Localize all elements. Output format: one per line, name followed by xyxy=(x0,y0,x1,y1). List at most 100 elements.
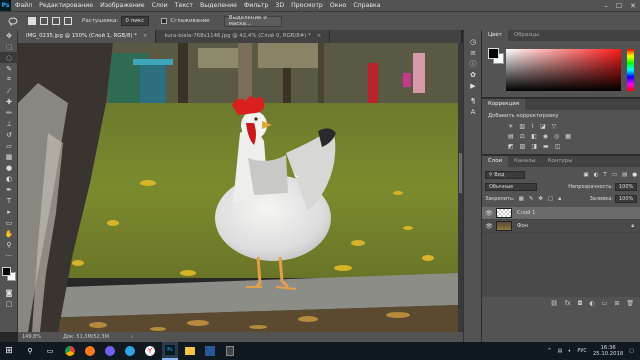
lock-position-icon[interactable]: ✥ xyxy=(538,196,543,203)
tab-channels[interactable]: Каналы xyxy=(508,156,542,167)
tab-paths[interactable]: Контуры xyxy=(542,156,579,167)
close-window-button[interactable]: ✕ xyxy=(630,2,636,10)
filter-shape-icon[interactable]: ▭ xyxy=(612,172,617,178)
hue-slider[interactable] xyxy=(627,49,634,91)
add-selection-icon[interactable] xyxy=(40,17,48,25)
volume-icon[interactable]: 🔈︎ xyxy=(568,348,571,354)
vibrance-icon[interactable]: ▽ xyxy=(552,123,557,130)
exposure-icon[interactable]: ◪ xyxy=(540,123,546,130)
status-menu-arrow[interactable]: › xyxy=(131,334,133,340)
new-layer-icon[interactable]: ⊞ xyxy=(614,300,619,307)
search-icon[interactable]: ⚲ xyxy=(22,342,38,360)
layer-row-2[interactable]: 👁︎ Фон 🔒︎ xyxy=(482,220,640,233)
layer-kind-filter[interactable]: ⚲ Вид xyxy=(485,171,525,179)
menu-filter[interactable]: Фильтр xyxy=(244,2,268,9)
clock[interactable]: 16:36 25.10.2018 xyxy=(593,345,623,358)
gradient-map-icon[interactable]: ▬ xyxy=(543,143,549,150)
lock-all-icon[interactable]: 🔒︎ xyxy=(558,196,561,203)
screen-mode-icon[interactable]: ▢ xyxy=(0,298,18,309)
color-balance-icon[interactable]: ⚖ xyxy=(520,133,525,140)
visibility-eye-icon[interactable]: 👁︎ xyxy=(482,223,496,230)
type-tool-icon[interactable]: T xyxy=(0,195,18,206)
filter-smart-icon[interactable]: ▤ xyxy=(622,172,627,178)
paragraph-panel-icon[interactable]: ¶ xyxy=(464,95,482,106)
notifications-icon[interactable]: ▢ xyxy=(629,348,634,354)
lock-transparent-icon[interactable]: ▦ xyxy=(519,196,524,203)
new-adjustment-icon[interactable]: ◐ xyxy=(589,300,594,307)
menu-view[interactable]: Просмотр xyxy=(291,2,323,9)
layer-name[interactable]: Слой 1 xyxy=(517,210,535,216)
eraser-tool-icon[interactable]: ▱ xyxy=(0,140,18,151)
tab-adjustments[interactable]: Коррекция xyxy=(482,99,525,110)
intersect-selection-icon[interactable] xyxy=(64,17,72,25)
calculator-icon[interactable] xyxy=(222,342,238,360)
link-layers-icon[interactable]: ⛓ xyxy=(550,300,558,307)
close-tab-icon[interactable]: × xyxy=(317,33,322,39)
viber-icon[interactable] xyxy=(102,342,118,360)
word-icon[interactable] xyxy=(202,342,218,360)
levels-icon[interactable]: ▥ xyxy=(519,123,525,130)
black-white-icon[interactable]: ◧ xyxy=(531,133,537,140)
new-group-icon[interactable]: ▭ xyxy=(602,300,608,307)
eyedropper-tool-icon[interactable]: ⁄ xyxy=(0,85,18,96)
menu-image[interactable]: Изображение xyxy=(100,2,145,9)
properties-panel-icon[interactable]: ≡ xyxy=(464,47,482,58)
document-canvas[interactable] xyxy=(18,43,458,332)
select-and-mask-button[interactable]: Выделение и маска... xyxy=(223,15,282,27)
foreground-color-swatch[interactable] xyxy=(2,267,11,276)
filter-toggle-icon[interactable]: ● xyxy=(632,172,637,178)
opacity-input[interactable]: 100% xyxy=(615,183,637,191)
info-panel-icon[interactable]: ⓘ xyxy=(464,58,482,69)
quick-mask-icon[interactable]: ◙ xyxy=(0,287,18,298)
channel-mixer-icon[interactable]: ◎ xyxy=(554,133,559,140)
filter-adjust-icon[interactable]: ◐ xyxy=(594,172,599,178)
blur-tool-icon[interactable]: ● xyxy=(0,162,18,173)
minimize-button[interactable]: – xyxy=(604,2,608,10)
selective-color-icon[interactable]: ◫ xyxy=(555,143,561,150)
feather-input[interactable]: 0 пикс xyxy=(121,16,150,26)
invert-icon[interactable]: ◩ xyxy=(508,143,514,150)
tray-arrow-icon[interactable]: ^ xyxy=(547,348,551,354)
color-lookup-icon[interactable]: ▦ xyxy=(565,133,571,140)
brush-tool-icon[interactable]: ✏ xyxy=(0,107,18,118)
healing-brush-icon[interactable]: ✚ xyxy=(0,96,18,107)
task-view-icon[interactable]: ▭ xyxy=(42,342,58,360)
layer-name[interactable]: Фон xyxy=(517,223,528,229)
layer-style-icon[interactable]: fx xyxy=(565,300,571,307)
threshold-icon[interactable]: ◨ xyxy=(531,143,537,150)
layer-row-1[interactable]: 👁︎ Слой 1 xyxy=(482,207,640,220)
start-button[interactable]: ⊞ xyxy=(0,342,18,360)
hand-tool-icon[interactable]: ✋ xyxy=(0,228,18,239)
add-mask-icon[interactable]: ◘ xyxy=(578,300,583,307)
character-panel-icon[interactable]: A xyxy=(464,106,482,117)
doc-tab-2[interactable]: kura-biala-768x1146.jpg @ 42,4% (Слой 0,… xyxy=(156,30,331,43)
tab-layers[interactable]: Слои xyxy=(482,156,509,167)
network-icon[interactable]: ▤ xyxy=(558,348,563,354)
brightness-icon[interactable]: ☀ xyxy=(508,123,513,130)
curves-icon[interactable]: ⌇ xyxy=(531,123,534,130)
tab-color[interactable]: Цвет xyxy=(482,30,508,41)
marquee-tool-icon[interactable]: ⬚ xyxy=(0,41,18,52)
quick-select-tool-icon[interactable]: ✎ xyxy=(0,63,18,74)
crop-tool-icon[interactable]: ⌗ xyxy=(0,74,18,85)
history-brush-icon[interactable]: ↺ xyxy=(0,129,18,140)
menu-type[interactable]: Текст xyxy=(175,2,193,9)
pen-tool-icon[interactable]: ✒ xyxy=(0,184,18,195)
lock-image-icon[interactable]: ✎ xyxy=(529,196,534,203)
clone-stamp-icon[interactable]: ⊥ xyxy=(0,118,18,129)
gradient-tool-icon[interactable]: ▦ xyxy=(0,151,18,162)
panel-fg-color[interactable] xyxy=(488,48,499,59)
firefox-icon[interactable] xyxy=(82,342,98,360)
fill-input[interactable]: 100% xyxy=(615,195,637,203)
lock-artboard-icon[interactable]: ▢ xyxy=(548,196,553,203)
path-select-icon[interactable]: ▸ xyxy=(0,206,18,217)
photo-filter-icon[interactable]: ◉ xyxy=(543,133,548,140)
shape-tool-icon[interactable]: ▭ xyxy=(0,217,18,228)
telegram-icon[interactable] xyxy=(122,342,138,360)
yandex-icon[interactable]: Y xyxy=(142,342,158,360)
subtract-selection-icon[interactable] xyxy=(52,17,60,25)
history-panel-icon[interactable]: ◷ xyxy=(464,36,482,47)
actions-panel-icon[interactable]: ▶ xyxy=(464,80,482,91)
more-tools-icon[interactable]: ··· xyxy=(0,250,18,261)
move-tool-icon[interactable]: ✥ xyxy=(0,30,18,41)
